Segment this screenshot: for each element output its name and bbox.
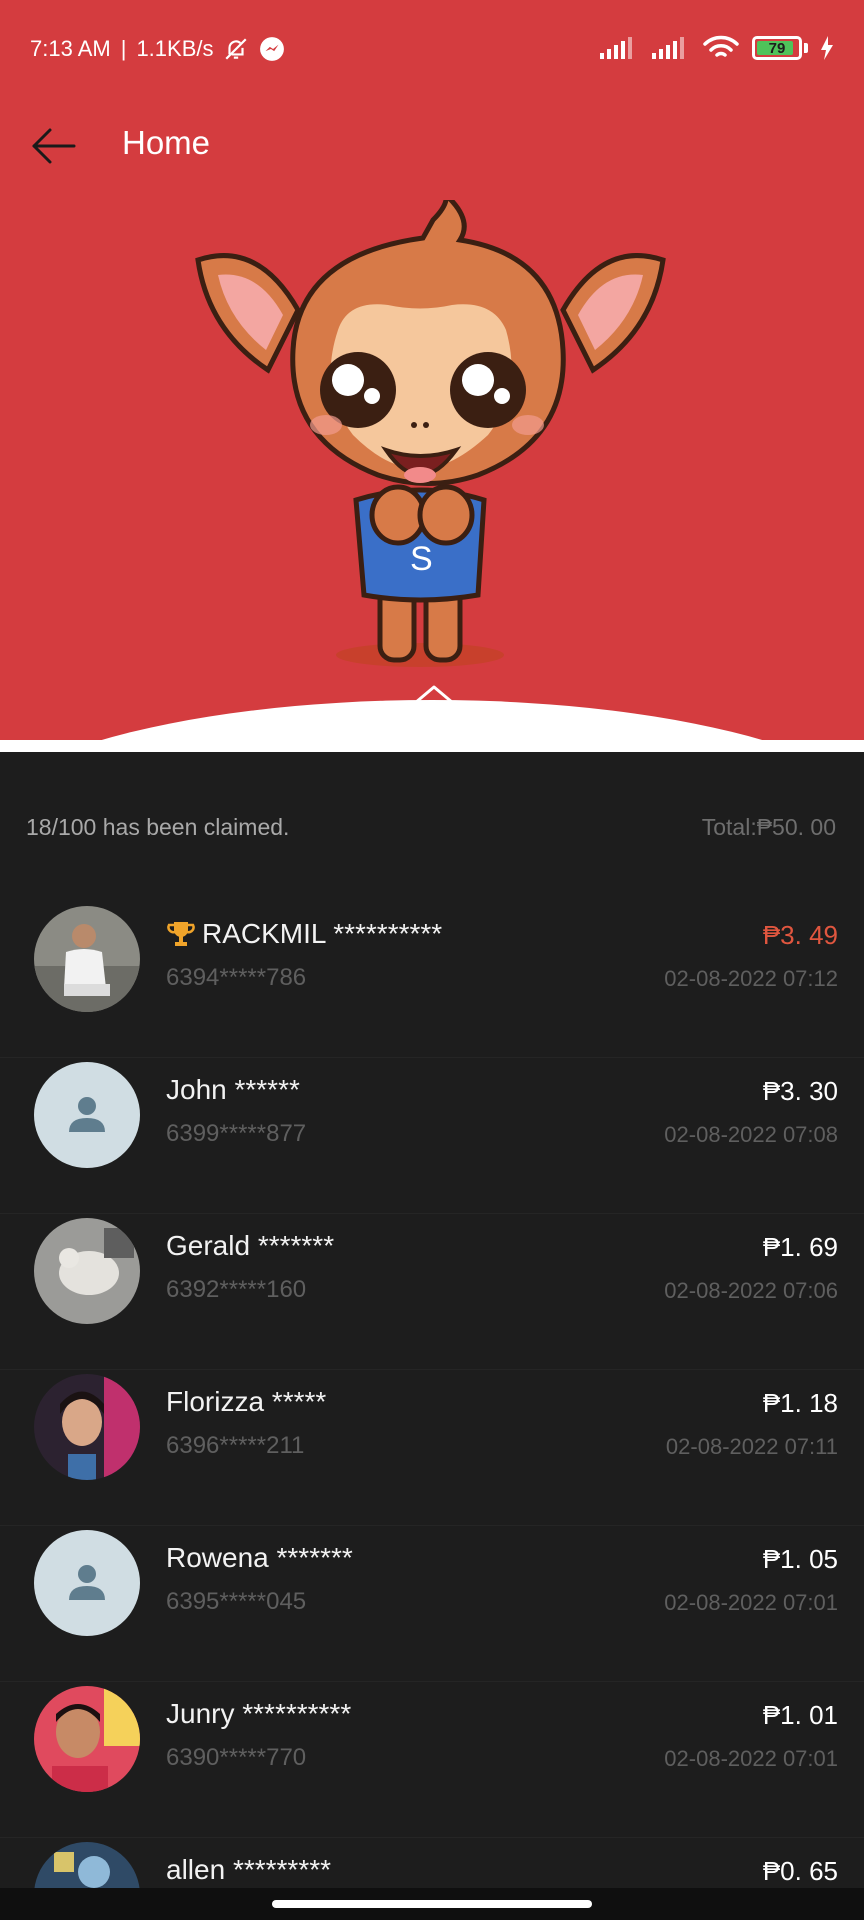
- signal-icon: [650, 35, 690, 61]
- list-item[interactable]: John ****** 6399*****877 ₱3. 30 02-08-20…: [0, 1058, 864, 1214]
- person-icon: [69, 1097, 105, 1132]
- claimer-name: RACKMIL **********: [202, 918, 443, 949]
- claimer-name: Rowena *******: [166, 1542, 353, 1573]
- claim-amount: ₱1. 01: [762, 1700, 838, 1730]
- trophy-icon: [166, 919, 196, 949]
- back-button[interactable]: [26, 118, 82, 174]
- claims-list: RACKMIL ********** 6394*****786 ₱3. 49 0…: [0, 902, 864, 1920]
- claim-amount: ₱3. 49: [762, 920, 838, 950]
- claim-time: 02-08-2022 07:12: [664, 966, 838, 991]
- claimer-name: Junry **********: [166, 1698, 352, 1729]
- list-item[interactable]: Junry ********** 6390*****770 ₱1. 01 02-…: [0, 1682, 864, 1838]
- claim-summary: 18/100 has been claimed. Total:₱50. 00: [0, 752, 864, 904]
- status-time: 7:13 AM: [30, 36, 111, 61]
- list-item[interactable]: Florizza ***** 6396*****211 ₱1. 18 02-08…: [0, 1370, 864, 1526]
- arrow-left-icon: [32, 128, 76, 164]
- claim-amount: ₱1. 69: [762, 1232, 838, 1262]
- status-bar: 7:13 AM | 1.1KB/s 79: [0, 0, 864, 104]
- avatar: [34, 1686, 140, 1792]
- claimer-phone: 6399*****877: [166, 1120, 307, 1147]
- claimer-name: John ******: [166, 1074, 300, 1105]
- claimer-phone: 6395*****045: [166, 1588, 307, 1615]
- battery-level: 79: [768, 39, 786, 57]
- claimer-name: Florizza *****: [166, 1386, 327, 1417]
- claim-time: 02-08-2022 07:08: [664, 1122, 838, 1147]
- messenger-icon: [259, 36, 285, 62]
- svg-text:S: S: [410, 540, 433, 578]
- header-banner: 7:13 AM | 1.1KB/s 79 Home S: [0, 0, 864, 752]
- claimer-name: Gerald *******: [166, 1230, 335, 1261]
- claimed-count: 18/100 has been claimed.: [26, 814, 290, 840]
- list-item[interactable]: RACKMIL ********** 6394*****786 ₱3. 49 0…: [0, 902, 864, 1058]
- claim-amount: ₱3. 30: [762, 1076, 838, 1106]
- list-item[interactable]: Rowena ******* 6395*****045 ₱1. 05 02-08…: [0, 1526, 864, 1682]
- person-icon: [69, 1565, 105, 1600]
- claim-time: 02-08-2022 07:06: [664, 1278, 838, 1303]
- app-bar: Home: [0, 104, 864, 184]
- page-title: Home: [122, 124, 211, 161]
- bell-muted-icon: [223, 36, 249, 62]
- wifi-icon: [702, 34, 740, 62]
- claim-time: 02-08-2022 07:11: [665, 1434, 838, 1459]
- signal-icon: [598, 35, 638, 61]
- list-item[interactable]: Gerald ******* 6392*****160 ₱1. 69 02-08…: [0, 1214, 864, 1370]
- avatar: [34, 1530, 140, 1636]
- claim-time: 02-08-2022 07:01: [664, 1590, 838, 1615]
- claimer-phone: 6396*****211: [166, 1432, 305, 1459]
- charging-icon: [820, 36, 834, 60]
- avatar: [34, 1374, 140, 1480]
- claim-amount: ₱1. 05: [762, 1544, 838, 1574]
- total-amount: Total:₱50. 00: [701, 814, 836, 840]
- claimer-phone: 6394*****786: [166, 964, 307, 991]
- claimer-name: allen *********: [166, 1854, 332, 1885]
- claim-amount: ₱1. 18: [762, 1388, 838, 1418]
- avatar: [34, 1218, 140, 1324]
- claimer-phone: 6390*****770: [166, 1744, 307, 1771]
- avatar: [34, 906, 140, 1012]
- avatar: [34, 1062, 140, 1168]
- monkey-mascot-illustration: S: [195, 200, 666, 667]
- claimer-phone: 6392*****160: [166, 1276, 307, 1303]
- claim-amount: ₱0. 65: [762, 1856, 838, 1886]
- network-speed: 1.1KB/s: [136, 36, 214, 61]
- battery-icon: 79: [752, 36, 808, 60]
- home-gesture-handle[interactable]: [272, 1900, 592, 1908]
- claim-time: 02-08-2022 07:01: [664, 1746, 838, 1771]
